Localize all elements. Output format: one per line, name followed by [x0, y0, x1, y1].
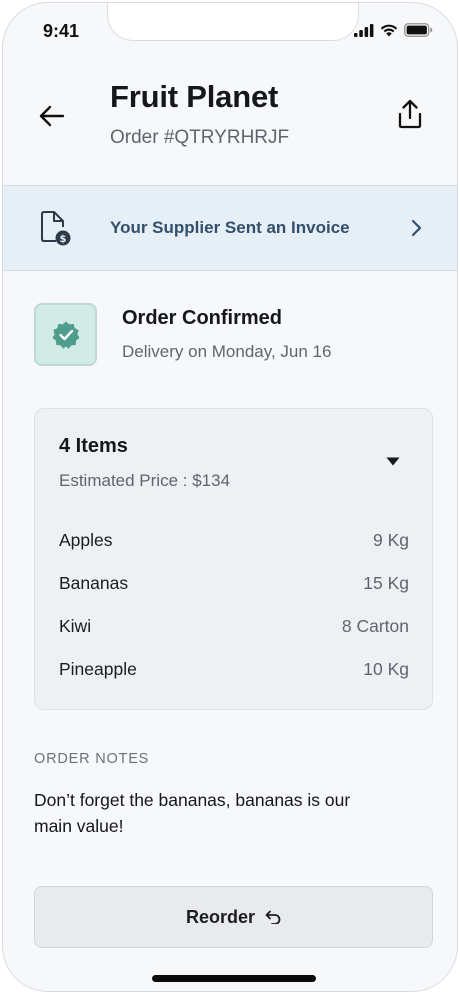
back-button[interactable]: [35, 99, 69, 133]
battery-icon: [404, 23, 433, 37]
page-title: Fruit Planet: [110, 79, 279, 114]
order-number: Order #QTRYRHRJF: [110, 127, 290, 148]
order-status-badge: [34, 303, 97, 366]
item-name: Apples: [59, 530, 113, 550]
list-item: Apples 9 Kg: [59, 530, 409, 554]
svg-text:$: $: [60, 234, 67, 245]
chevron-right-icon: [411, 219, 422, 237]
caret-down-icon: [386, 457, 400, 465]
item-name: Pineapple: [59, 659, 137, 679]
share-icon: [398, 99, 422, 129]
order-notes-heading: ORDER NOTES: [34, 751, 150, 767]
delivery-date: Delivery on Monday, Jun 16: [122, 342, 332, 361]
items-count: 4 Items: [59, 435, 128, 457]
back-arrow-icon: [39, 105, 65, 127]
items-toggle-button[interactable]: [382, 453, 404, 469]
invoice-banner[interactable]: $ Your Supplier Sent an Invoice: [3, 185, 457, 271]
order-status-title: Order Confirmed: [122, 307, 283, 329]
list-item: Bananas 15 Kg: [59, 573, 409, 597]
item-quantity: 8 Carton: [341, 616, 409, 636]
list-item: Kiwi 8 Carton: [59, 616, 409, 640]
wifi-icon: [380, 24, 398, 36]
status-time: 9:41: [43, 21, 80, 41]
item-name: Kiwi: [59, 616, 92, 636]
home-indicator[interactable]: [152, 975, 316, 982]
estimated-price: Estimated Price : $134: [59, 471, 231, 490]
status-icons: [354, 23, 433, 37]
item-quantity: 9 Kg: [373, 530, 409, 550]
status-bar: 9:41: [3, 3, 457, 59]
reorder-label: Reorder: [185, 906, 256, 927]
item-quantity: 15 Kg: [363, 573, 409, 593]
phone-screen: 9:41 Fruit Planet Order #QTRYRHRJF $ You…: [2, 2, 458, 992]
cellular-signal-icon: [354, 23, 374, 37]
reorder-button[interactable]: Reorder: [34, 886, 433, 948]
notch: [107, 3, 359, 41]
undo-icon: [265, 910, 281, 924]
item-quantity: 10 Kg: [363, 659, 409, 679]
share-button[interactable]: [393, 97, 427, 131]
verified-badge-icon: [52, 321, 79, 349]
list-item: Pineapple 10 Kg: [59, 659, 409, 683]
invoice-icon: $: [41, 211, 71, 246]
item-name: Bananas: [59, 573, 129, 593]
invoice-banner-text: Your Supplier Sent an Invoice: [110, 218, 350, 237]
order-items-card: 4 Items Estimated Price : $134 Apples 9 …: [34, 408, 433, 710]
order-notes-text: Don’t forget the bananas, bananas is our…: [34, 790, 351, 836]
